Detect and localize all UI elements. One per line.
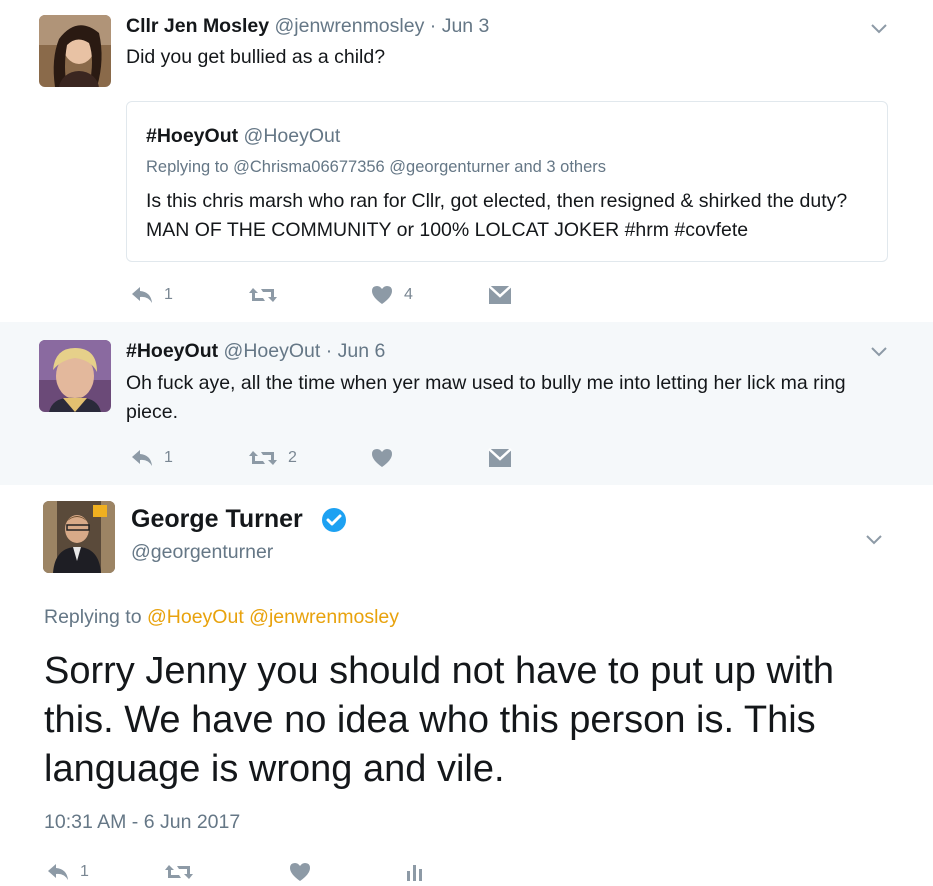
retweet-button[interactable] xyxy=(164,859,194,885)
tweet-text: Sorry Jenny you should not have to put u… xyxy=(44,650,835,790)
quoted-text: Is this chris marsh who ran for Cllr, go… xyxy=(146,190,848,241)
handle[interactable]: @jenwrenmosley xyxy=(274,15,424,37)
caret-down-icon[interactable] xyxy=(866,535,882,545)
retweet-count: 2 xyxy=(288,449,297,466)
reply-count: 1 xyxy=(164,286,173,303)
avatar[interactable] xyxy=(39,15,111,87)
tweet-actions: 1 4 xyxy=(130,282,530,308)
reply-button[interactable]: 1 xyxy=(46,859,89,885)
caret-down-icon[interactable] xyxy=(871,24,887,34)
tweet-hoeyout[interactable]: #HoeyOut @HoeyOut · Jun 6 Oh fuck aye, a… xyxy=(0,322,933,485)
caret-down-icon[interactable] xyxy=(871,347,887,357)
tweet-actions: 1 xyxy=(46,859,446,885)
heart-icon xyxy=(370,285,394,305)
tweet-jen-mosley[interactable]: Cllr Jen Mosley @jenwrenmosley · Jun 3 D… xyxy=(0,0,933,322)
tweet-actions: 1 2 xyxy=(130,445,530,471)
tweet-text: Did you get bullied as a child? xyxy=(126,46,386,68)
retweet-button[interactable]: 2 xyxy=(248,445,297,471)
separator: · xyxy=(429,15,437,37)
replying-to-label: Replying to xyxy=(44,606,142,628)
quoted-handle: @HoeyOut xyxy=(243,125,341,147)
quoted-replying-to: Replying to @Chrisma06677356 @georgentur… xyxy=(146,158,607,176)
retweet-icon xyxy=(248,285,278,305)
reply-icon xyxy=(130,448,154,468)
like-count: 4 xyxy=(404,286,413,303)
reply-button[interactable]: 1 xyxy=(130,445,173,471)
handle[interactable]: @HoeyOut xyxy=(224,340,321,362)
reply-button[interactable]: 1 xyxy=(130,282,173,308)
reply-mentions[interactable]: @HoeyOut @jenwrenmosley xyxy=(147,606,399,628)
retweet-icon xyxy=(248,448,278,468)
retweet-icon xyxy=(164,862,194,882)
reply-icon xyxy=(46,862,70,882)
tweet-header: Cllr Jen Mosley @jenwrenmosley · Jun 3 xyxy=(126,15,489,38)
reply-count: 1 xyxy=(164,449,173,466)
dm-button[interactable] xyxy=(487,282,513,308)
tweet-date[interactable]: Jun 3 xyxy=(442,15,490,37)
verified-icon xyxy=(321,507,347,533)
tweet-timestamp[interactable]: 10:31 AM - 6 Jun 2017 xyxy=(44,811,240,834)
tweet-date[interactable]: Jun 6 xyxy=(338,340,386,362)
handle[interactable]: @georgenturner xyxy=(131,541,273,564)
tweet-header: #HoeyOut @HoeyOut · Jun 6 xyxy=(126,340,385,363)
dm-icon xyxy=(487,447,513,469)
avatar[interactable] xyxy=(39,340,111,412)
quoted-tweet[interactable]: #HoeyOut @HoeyOut Replying to @Chrisma06… xyxy=(126,101,888,262)
reply-icon xyxy=(130,285,154,305)
like-button[interactable]: 4 xyxy=(370,282,413,308)
retweet-button[interactable] xyxy=(248,282,288,308)
separator: · xyxy=(325,340,333,362)
analytics-button[interactable] xyxy=(404,859,426,885)
quoted-header: #HoeyOut @HoeyOut xyxy=(146,125,340,148)
like-button[interactable] xyxy=(288,859,312,885)
display-name[interactable]: #HoeyOut xyxy=(126,340,218,362)
avatar[interactable] xyxy=(43,501,115,573)
dm-button[interactable] xyxy=(487,445,513,471)
like-button[interactable] xyxy=(370,445,404,471)
analytics-icon xyxy=(404,861,426,883)
heart-icon xyxy=(288,862,312,882)
reply-count: 1 xyxy=(80,863,89,880)
tweet-george-turner: George Turner @georgenturner Replying to… xyxy=(0,485,933,886)
heart-icon xyxy=(370,448,394,468)
tweet-text: Oh fuck aye, all the time when yer maw u… xyxy=(126,372,846,423)
replying-to: Replying to @HoeyOut @jenwrenmosley xyxy=(44,606,399,629)
dm-icon xyxy=(487,284,513,306)
quoted-display-name: #HoeyOut xyxy=(146,125,239,147)
display-name[interactable]: Cllr Jen Mosley xyxy=(126,15,269,37)
display-name[interactable]: George Turner xyxy=(131,505,303,534)
